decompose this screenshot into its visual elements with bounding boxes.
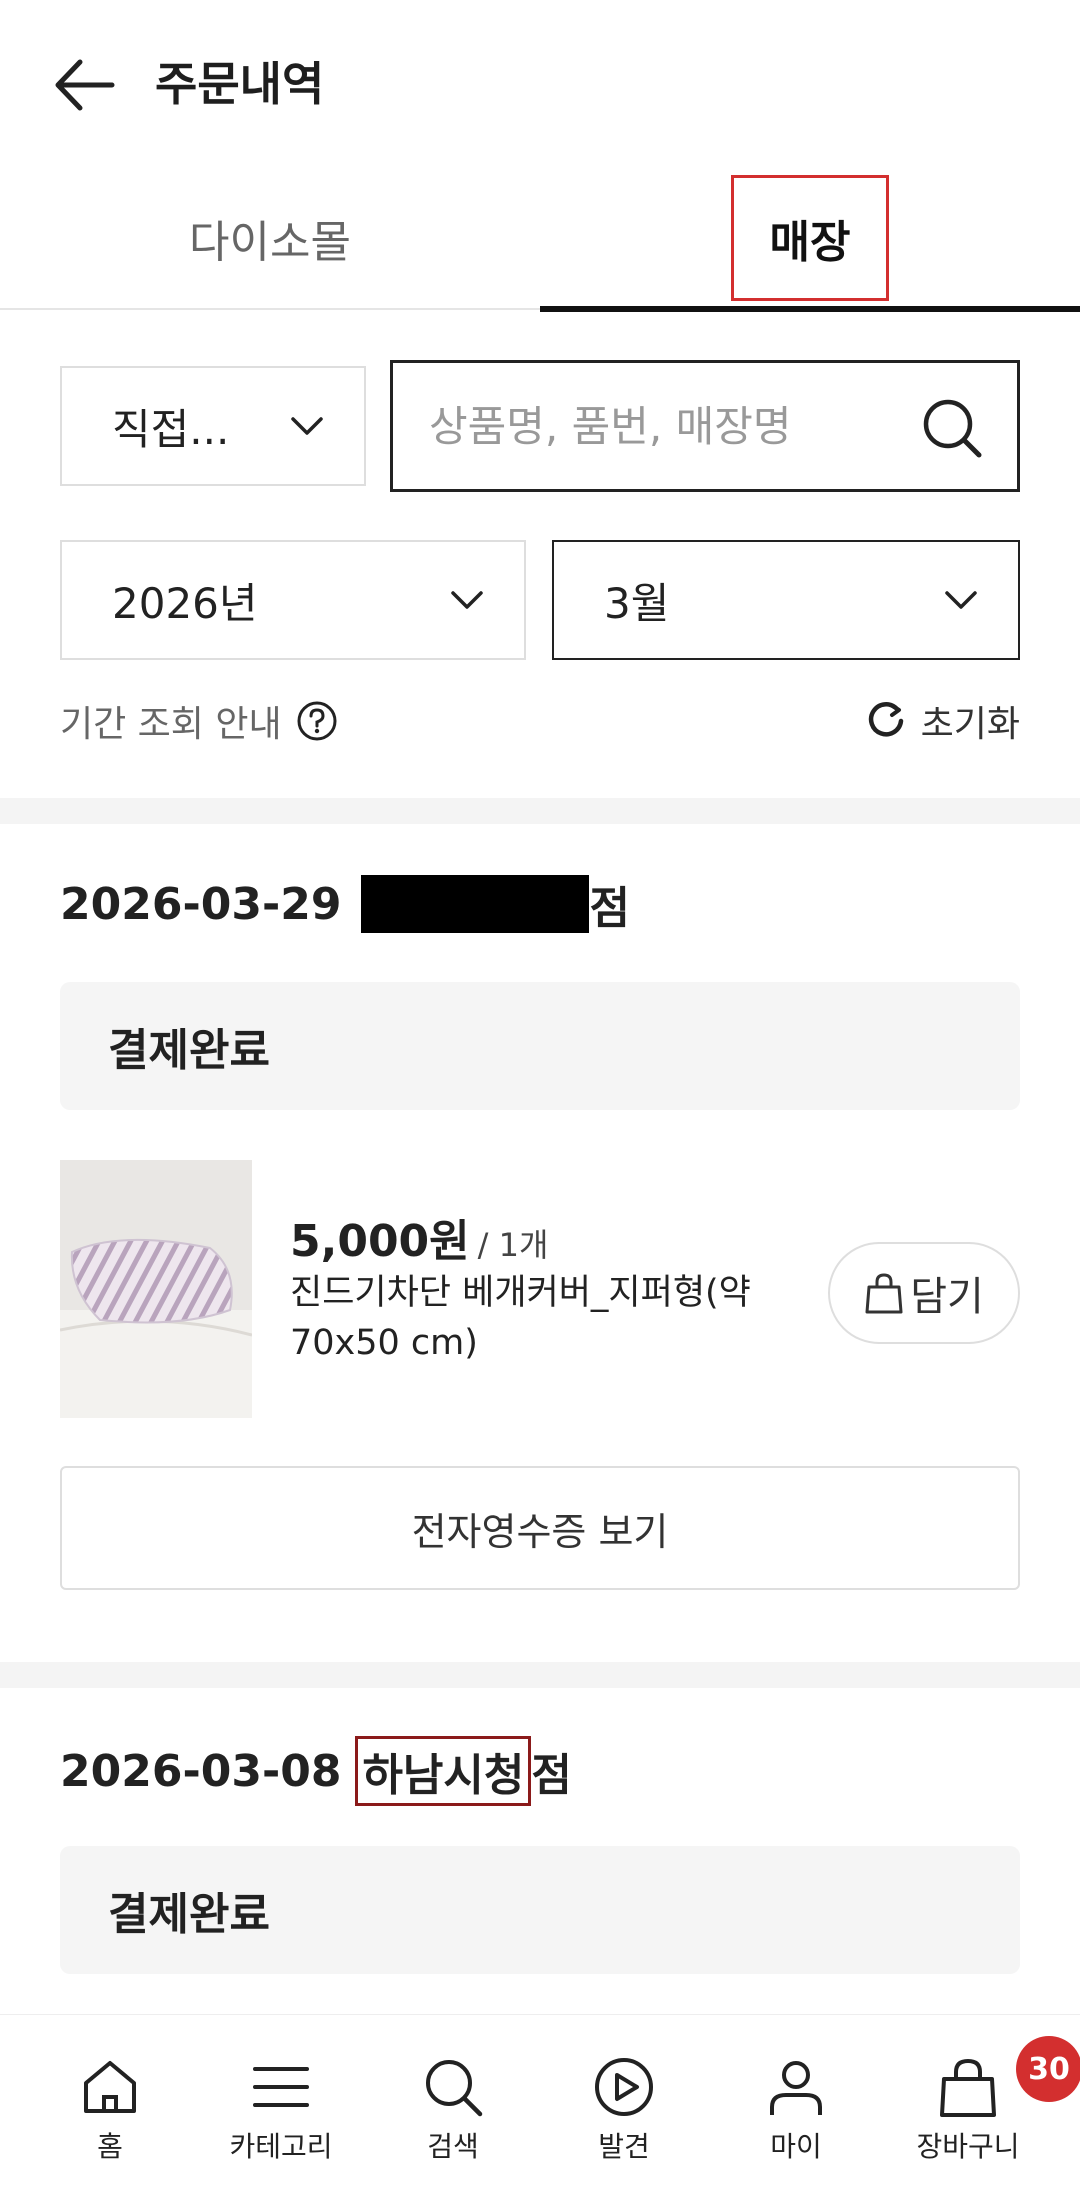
order-date: 2026-03-29 xyxy=(60,878,342,930)
order-status: 결제완료 xyxy=(60,1846,1020,1974)
bag-icon xyxy=(940,2058,996,2117)
reset-button[interactable]: 초기화 xyxy=(867,695,1020,747)
nav-search[interactable]: 검색 xyxy=(363,2055,543,2165)
bottom-navigation: 홈 카테고리 검색 발견 마이 장바구니 xyxy=(0,2014,1080,2200)
nav-my-label: 마이 xyxy=(770,2130,822,2163)
search-box[interactable] xyxy=(390,360,1020,492)
search-input[interactable] xyxy=(429,401,909,451)
order-status-label: 결제완료 xyxy=(108,1025,270,1076)
product-price: 5,000원/ 1개 xyxy=(290,1205,548,1269)
order-header: 2026-03-29 점 xyxy=(60,872,630,936)
order-status: 결제완료 xyxy=(60,982,1020,1110)
back-arrow-icon[interactable] xyxy=(50,50,120,120)
store-name: 하남시청 xyxy=(355,1736,532,1806)
nav-cart-label: 장바구니 xyxy=(916,2130,1020,2163)
app-header: 주문내역 xyxy=(0,0,1080,160)
chevron-down-icon xyxy=(291,417,323,435)
home-icon xyxy=(84,2061,136,2113)
tab-daisomall[interactable]: 다이소몰 xyxy=(0,165,540,310)
section-divider xyxy=(0,798,1080,824)
reset-label: 초기화 xyxy=(920,704,1020,745)
type-select-value: 직접... xyxy=(112,404,230,454)
chevron-down-icon xyxy=(451,591,483,609)
order-status-label: 결제완료 xyxy=(108,1889,270,1940)
shopping-bag-icon xyxy=(865,1273,903,1314)
cart-count-badge: 30 xyxy=(1016,2036,1080,2102)
play-icon xyxy=(595,2058,653,2116)
store-suffix: 점 xyxy=(531,1750,572,1801)
add-to-cart-label: 담기 xyxy=(910,1274,984,1320)
page-title: 주문내역 xyxy=(155,57,325,111)
year-select[interactable]: 2026년 xyxy=(60,540,526,660)
nav-category-label: 카테고리 xyxy=(229,2130,333,2163)
add-to-cart-button[interactable]: 담기 xyxy=(828,1242,1020,1344)
nav-my[interactable]: 마이 xyxy=(706,2055,886,2165)
order-date: 2026-03-08 xyxy=(60,1745,342,1797)
tab-bar: 다이소몰 매장 xyxy=(0,165,1080,312)
search-icon xyxy=(426,2060,483,2117)
refresh-icon xyxy=(868,702,903,737)
nav-home-label: 홈 xyxy=(97,2130,123,2163)
redacted-store-name xyxy=(361,875,590,933)
price-value: 5,000원 xyxy=(290,1216,470,1267)
tab-store[interactable]: 매장 xyxy=(540,165,1080,310)
nav-home[interactable]: 홈 xyxy=(20,2055,200,2165)
tab-store-label: 매장 xyxy=(730,174,890,301)
nav-category[interactable]: 카테고리 xyxy=(191,2055,371,2165)
section-divider xyxy=(0,1662,1080,1688)
nav-search-label: 검색 xyxy=(427,2130,479,2163)
store-suffix: 점 xyxy=(589,883,630,934)
tab-daisomall-label: 다이소몰 xyxy=(189,216,351,268)
search-icon[interactable] xyxy=(921,397,983,459)
order-header: 2026-03-08 하남시청 점 xyxy=(60,1736,572,1806)
e-receipt-label: 전자영수증 보기 xyxy=(411,1509,669,1554)
quantity: / 1개 xyxy=(477,1226,549,1264)
nav-discover-label: 발견 xyxy=(598,2130,650,2163)
user-icon xyxy=(770,2061,822,2115)
month-select[interactable]: 3월 xyxy=(552,540,1020,660)
active-tab-indicator xyxy=(540,306,1080,312)
nav-discover[interactable]: 발견 xyxy=(534,2055,714,2165)
menu-icon xyxy=(253,2067,309,2107)
e-receipt-button[interactable]: 전자영수증 보기 xyxy=(60,1466,1020,1590)
period-info[interactable]: 기간 조회 안내 xyxy=(60,695,338,747)
chevron-down-icon xyxy=(945,591,977,609)
product-name[interactable]: 진드기차단 베개커버_지퍼형(약 70x50 cm) xyxy=(290,1268,780,1368)
month-select-value: 3월 xyxy=(604,578,670,628)
product-image[interactable] xyxy=(60,1160,252,1418)
help-icon[interactable] xyxy=(296,700,338,742)
type-select[interactable]: 직접... xyxy=(60,366,366,486)
period-info-label: 기간 조회 안내 xyxy=(60,704,282,745)
year-select-value: 2026년 xyxy=(112,578,258,628)
